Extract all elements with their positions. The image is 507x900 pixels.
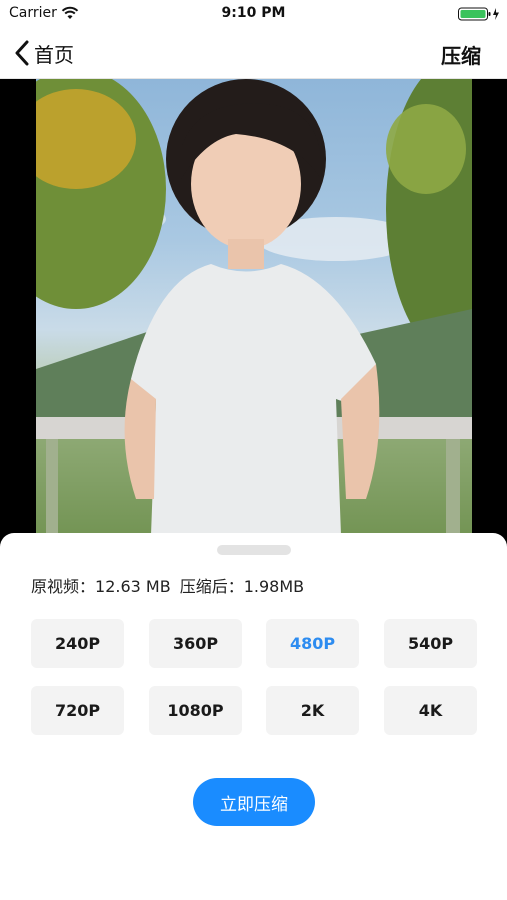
resolution-720p-button[interactable]: 720P: [31, 686, 124, 735]
size-info: 原视频：12.63 MB 压缩后：1.98MB: [31, 573, 304, 597]
video-frame: [36, 79, 472, 535]
video-frame-image: [36, 79, 472, 535]
compressed-size-value: 1.98MB: [243, 577, 305, 596]
resolution-2k-button[interactable]: 2K: [266, 686, 359, 735]
sheet-grabber[interactable]: [217, 545, 291, 555]
resolution-4k-button[interactable]: 4K: [384, 686, 477, 735]
resolution-540p-button[interactable]: 540P: [384, 619, 477, 668]
status-bar: Carrier 9:10 PM: [0, 0, 507, 28]
battery-icon: [458, 7, 499, 21]
resolution-480p-button[interactable]: 480P: [266, 619, 359, 668]
back-label: 首页: [34, 42, 74, 67]
original-size-label: 原视频：: [31, 577, 96, 596]
resolution-360p-button[interactable]: 360P: [149, 619, 242, 668]
compressed-size-label: 压缩后：: [179, 577, 244, 596]
chevron-left-icon: [15, 40, 29, 66]
video-preview[interactable]: [0, 79, 507, 535]
original-size-value: 12.63 MB: [95, 577, 171, 596]
resolution-1080p-button[interactable]: 1080P: [149, 686, 242, 735]
compress-nav-button[interactable]: 压缩: [441, 40, 481, 69]
compress-now-button[interactable]: 立即压缩: [193, 778, 315, 826]
navigation-bar: 首页 压缩: [0, 28, 507, 79]
status-time: 9:10 PM: [221, 5, 286, 21]
compression-sheet: 原视频：12.63 MB 压缩后：1.98MB 240P 360P 480P 54…: [0, 533, 507, 900]
resolution-240p-button[interactable]: 240P: [31, 619, 124, 668]
back-button[interactable]: 首页: [14, 39, 74, 67]
